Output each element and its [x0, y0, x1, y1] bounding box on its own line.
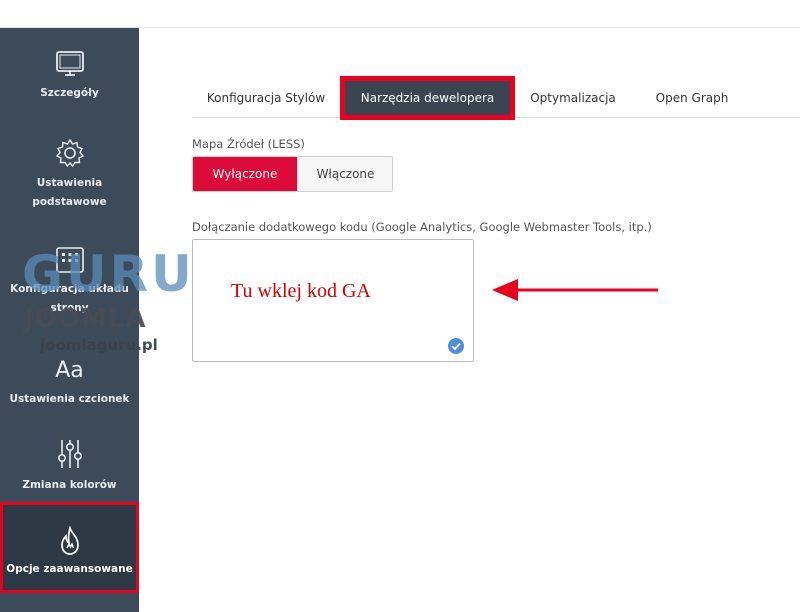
tab-developer-tools[interactable]: Narzędzia dewelopera: [345, 81, 510, 115]
font-icon: Aa: [55, 358, 84, 383]
sidebar-item-label: Opcje zaawansowane: [6, 563, 133, 575]
custom-code-textarea[interactable]: Tu wklej kod GA: [192, 239, 474, 362]
tab-optimization[interactable]: Optymalizacja: [518, 79, 628, 117]
custom-code-label: Dołączanie dodatkowego kodu (Google Anal…: [192, 220, 652, 234]
tab-style-config[interactable]: Konfiguracja Stylów: [192, 79, 340, 117]
annotation-arrow-icon: [492, 279, 658, 301]
sidebar-item-font-settings[interactable]: Aa Ustawienia czcionek: [0, 358, 139, 409]
tab-open-graph[interactable]: Open Graph: [640, 79, 744, 117]
sidebar-item-label: Konfiguracja układu strony: [10, 283, 129, 314]
source-map-off-button[interactable]: Wyłączone: [193, 157, 297, 191]
sliders-icon: [57, 440, 82, 468]
sidebar-item-color-change[interactable]: Zmiana kolorów: [0, 438, 139, 495]
gear-icon: [55, 138, 84, 168]
sidebar-item-label: Ustawienia podstawowe: [32, 177, 107, 208]
sidebar-item-details[interactable]: Szczegóły: [0, 50, 139, 103]
source-map-toggle: Wyłączone Włączone: [192, 156, 393, 192]
sidebar-item-basic-settings[interactable]: Ustawienia podstawowe: [0, 138, 139, 212]
sidebar-item-label: Szczegóły: [40, 87, 99, 99]
sidebar-item-label: Ustawienia czcionek: [9, 393, 130, 405]
sidebar-item-advanced-options[interactable]: Opcje zaawansowane: [0, 502, 139, 593]
check-circle-icon: [448, 338, 464, 354]
sidebar-item-label: Zmiana kolorów: [22, 479, 117, 491]
sidebar: Szczegóły Ustawienia podstawowe Konfigur…: [0, 28, 139, 612]
source-map-label: Mapa Źródeł (LESS): [192, 137, 305, 151]
grid-icon: [55, 247, 84, 273]
top-bar: [0, 0, 800, 28]
sidebar-item-layout-config[interactable]: Konfiguracja układu strony: [0, 246, 139, 318]
flame-icon: [60, 526, 79, 555]
source-map-on-button[interactable]: Włączone: [297, 157, 392, 191]
main-content: Konfiguracja Stylów Narzędzia dewelopera…: [139, 28, 800, 612]
tab-bar: Konfiguracja Stylów Narzędzia dewelopera…: [192, 79, 800, 118]
custom-code-annotation: Tu wklej kod GA: [231, 280, 371, 302]
monitor-icon: [55, 51, 84, 76]
